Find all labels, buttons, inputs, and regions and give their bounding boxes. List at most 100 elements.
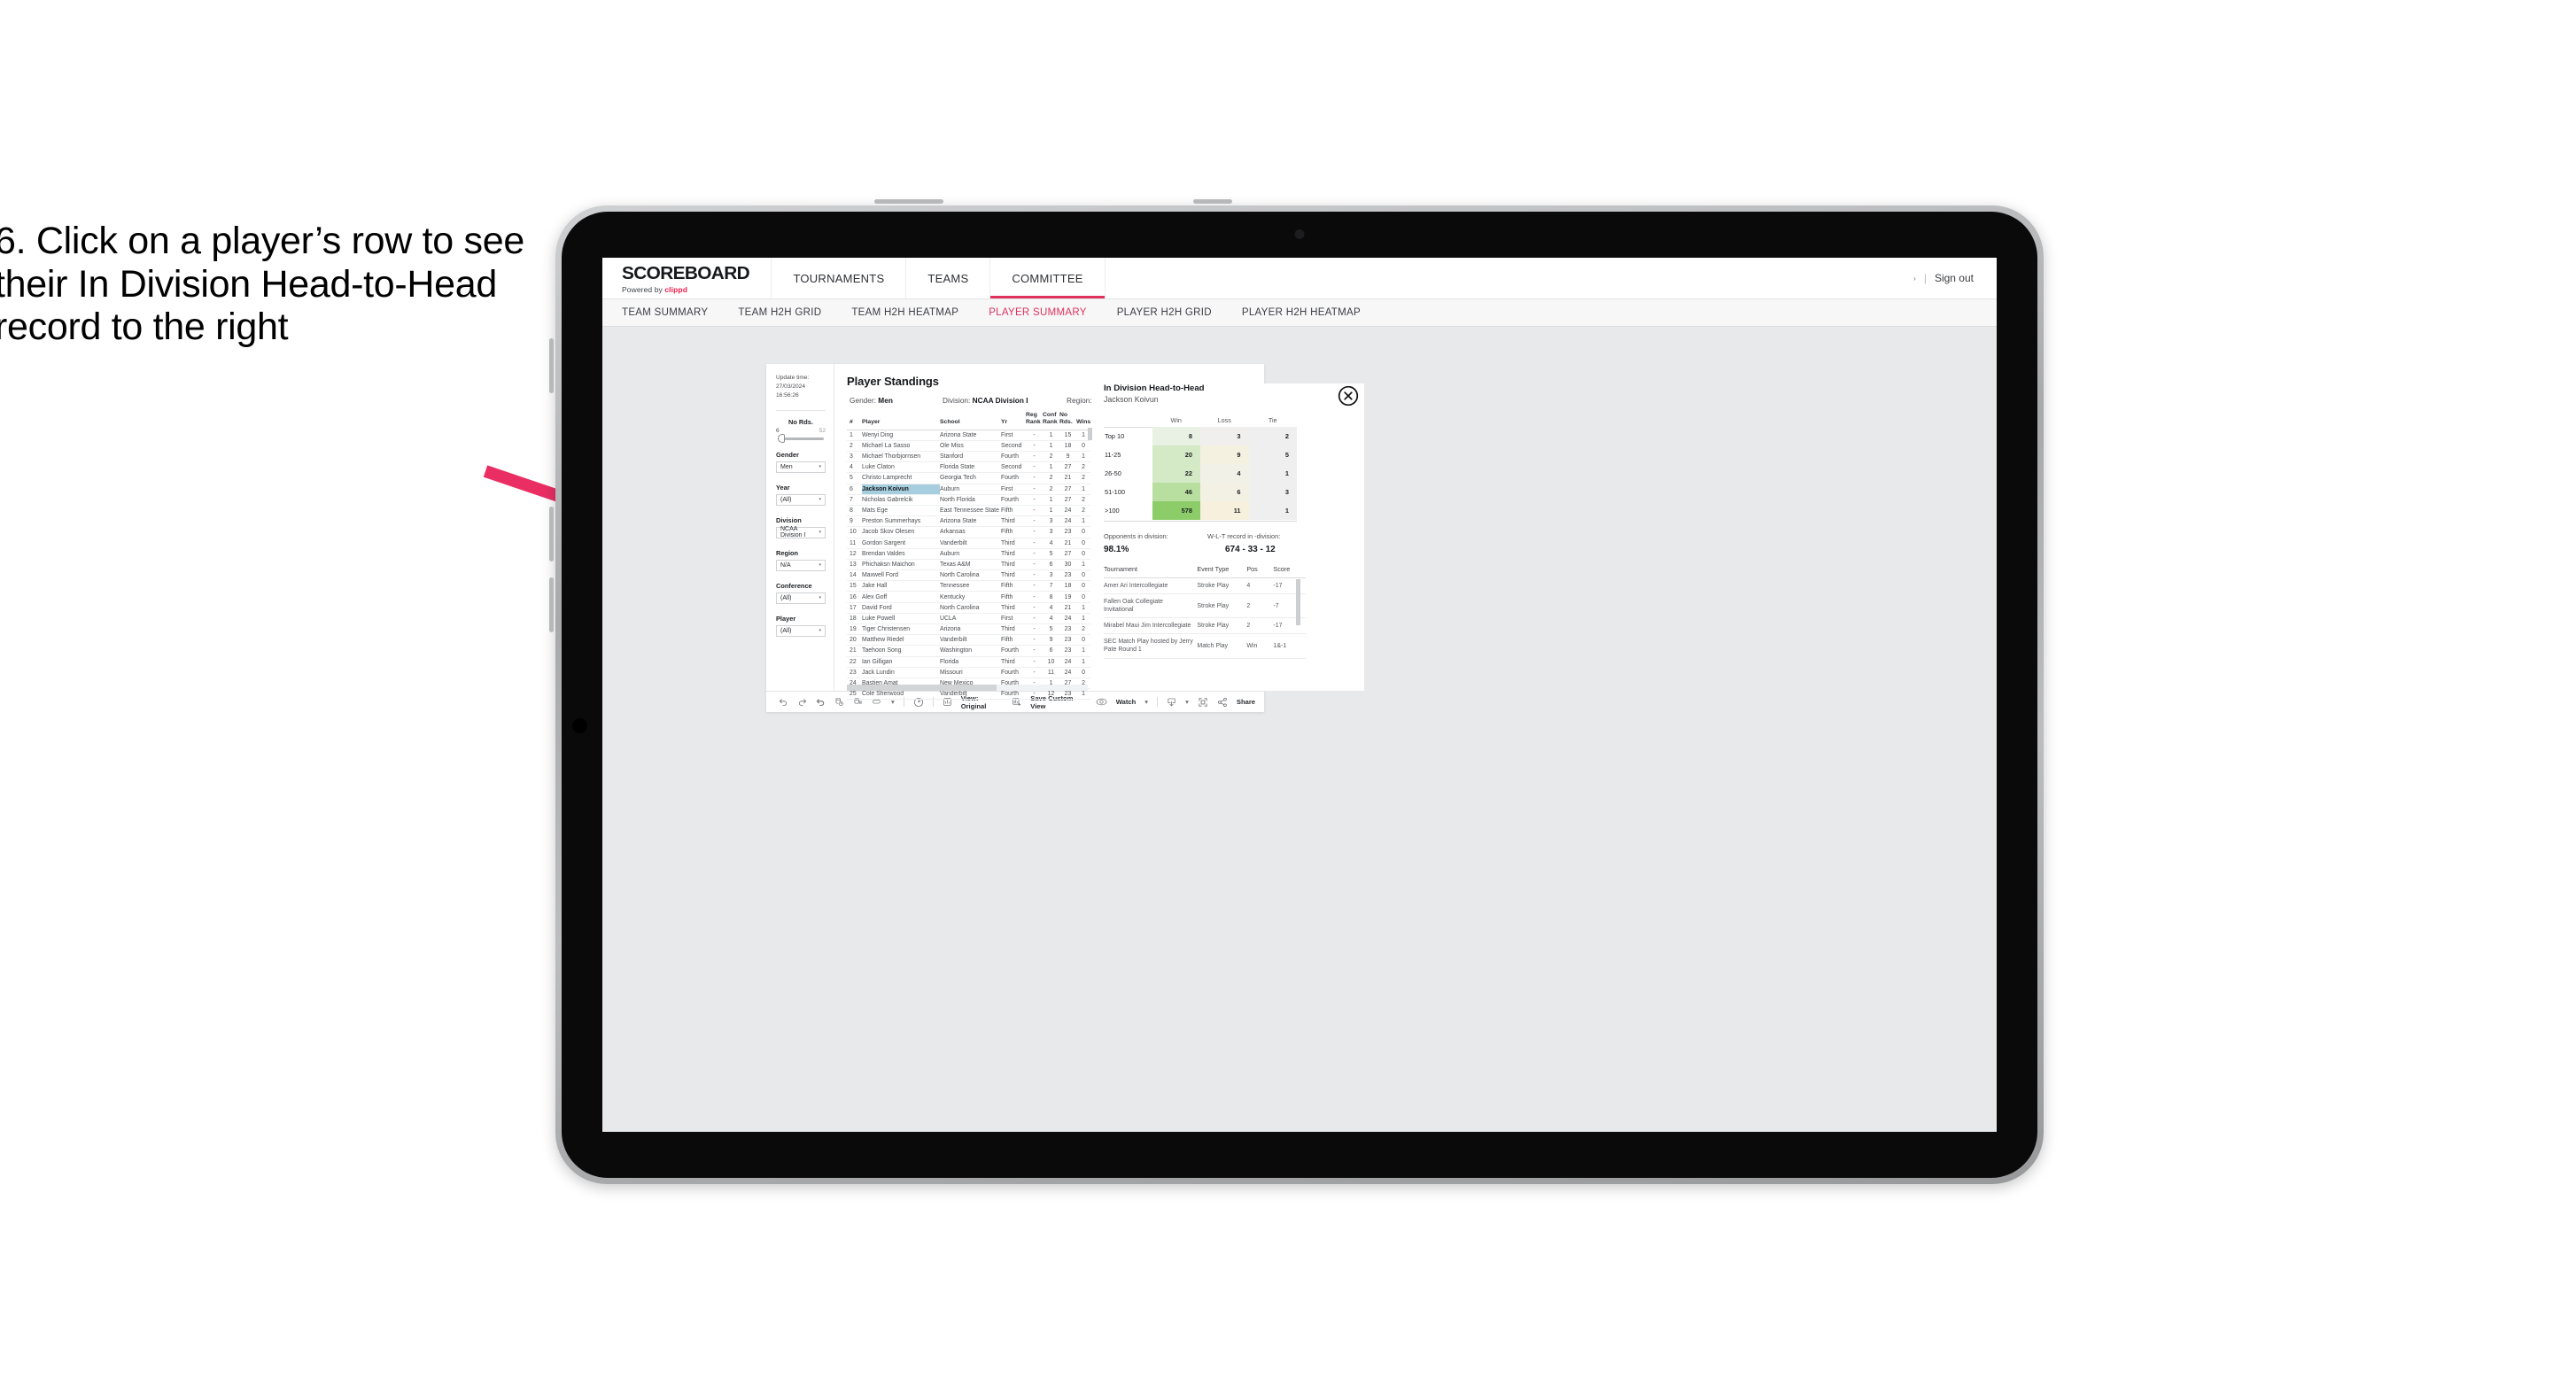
table-row[interactable]: 4 Luke Claton Florida State Second -1 27 2: [847, 461, 1090, 474]
cell-no-rounds: 23: [1059, 623, 1076, 636]
heatmap-cell-loss: 6: [1200, 483, 1249, 501]
summary-gender-value: Men: [878, 396, 893, 405]
col-year[interactable]: Yr: [1001, 410, 1026, 430]
table-vertical-scrollbar[interactable]: [1088, 428, 1092, 440]
redo-icon[interactable]: [797, 697, 807, 707]
table-row[interactable]: 2 Michael La Sasso Ole Miss Second -1 18 0: [847, 440, 1090, 453]
table-row[interactable]: 3 Michael Thorbjornsen Stanford Fourth -2 9 1: [847, 451, 1090, 463]
tab-player-summary[interactable]: PLAYER SUMMARY: [989, 307, 1105, 318]
table-row[interactable]: 1 Wenyi Ding Arizona State First -1 15 1: [847, 430, 1090, 441]
heatmap-cell-win: 46: [1152, 483, 1200, 501]
tab-team-h2h-heatmap[interactable]: TEAM H2H HEATMAP: [851, 307, 976, 318]
top-nav-tournaments[interactable]: TOURNAMENTS: [772, 258, 907, 298]
logo-subtitle: Powered by clippd: [622, 285, 744, 294]
cell-pos: 2: [1246, 593, 1274, 619]
table-row[interactable]: 16 Alex Goff Kentucky Fifth -8 19 0: [847, 591, 1090, 603]
revert-icon[interactable]: [816, 697, 826, 707]
fullscreen-icon[interactable]: [1198, 697, 1208, 708]
col-no-rounds[interactable]: No Rds.: [1059, 410, 1076, 430]
col-player[interactable]: Player: [862, 410, 940, 430]
refresh-data-icon[interactable]: [834, 697, 844, 707]
table-row[interactable]: 20 Matthew Riedel Vanderbilt Fifth -9 23 0: [847, 634, 1090, 647]
cell-conf-rank: 4: [1043, 613, 1059, 625]
tournament-row[interactable]: Mirabel Maui Jim Intercollegiate Stroke P…: [1104, 617, 1306, 635]
table-row[interactable]: 8 Mats Ege East Tennessee State Fifth -1 24 2: [847, 505, 1090, 517]
filter-gender-select[interactable]: Men ▾: [776, 461, 826, 473]
filter-player-select[interactable]: (All) ▾: [776, 624, 826, 637]
cell-rank: 6: [847, 484, 862, 495]
tournament-row[interactable]: Fallen Oak Collegiate Invitational Stroke…: [1104, 593, 1306, 619]
tournament-row[interactable]: Amer Ari Intercollegiate Stroke Play 4 -17: [1104, 577, 1306, 595]
top-nav-teams[interactable]: TEAMS: [906, 258, 991, 298]
col-rank[interactable]: #: [847, 410, 862, 430]
cell-conf-rank: 1: [1043, 430, 1059, 441]
tab-team-summary[interactable]: TEAM SUMMARY: [622, 307, 725, 318]
tab-team-h2h-grid[interactable]: TEAM H2H GRID: [738, 307, 839, 318]
cell-conf-rank: 6: [1043, 645, 1059, 657]
tournament-row[interactable]: SEC Match Play hosted by Jerry Pate Roun…: [1104, 633, 1306, 659]
cell-wins: 2: [1076, 505, 1090, 517]
col-conf-rank[interactable]: Conf Rank: [1043, 410, 1059, 430]
heatmap-cell-tie: 1: [1248, 501, 1297, 520]
table-row[interactable]: 5 Christo Lamprecht Georgia Tech Fourth -2 21…: [847, 472, 1090, 484]
table-row[interactable]: 15 Jake Hall Tennessee Fifth -7 18 0: [847, 580, 1090, 592]
app-header: SCOREBOARD Powered by clippd TOURNAMENTS…: [602, 258, 1997, 299]
table-row[interactable]: 9 Preston Summerhays Arizona State Third -3 2…: [847, 515, 1090, 528]
table-row[interactable]: 21 Taehoon Song Washington Fourth -6 23 1: [847, 645, 1090, 657]
table-horizontal-scrollbar[interactable]: [847, 685, 1088, 691]
cell-year: Second: [1001, 440, 1026, 453]
top-nav-committee-label: COMMITTEE: [1012, 271, 1083, 285]
table-row[interactable]: 18 Luke Powell UCLA First -4 24 1: [847, 613, 1090, 625]
table-row[interactable]: 6 Jackson Koivun Auburn First -2 27 1: [847, 484, 1090, 495]
watch-dropdown-caret[interactable]: ▾: [1144, 698, 1148, 706]
col-reg-rank[interactable]: Reg Rank: [1026, 410, 1043, 430]
cell-wins: 1: [1076, 613, 1090, 625]
heatmap-cell-tie: 1: [1248, 464, 1297, 483]
heatmap-cell-loss: 11: [1200, 501, 1249, 520]
tab-player-h2h-heatmap[interactable]: PLAYER H2H HEATMAP: [1242, 307, 1378, 318]
watch-label[interactable]: Watch: [1116, 698, 1137, 706]
top-nav-committee[interactable]: COMMITTEE: [990, 258, 1106, 298]
filter-division-select[interactable]: NCAA Division I ▾: [776, 526, 826, 538]
device-button-top-2: [1193, 199, 1232, 204]
table-row[interactable]: 12 Brendan Valdes Auburn Third -5 27 0: [847, 548, 1090, 560]
filter-region-select[interactable]: N/A ▾: [776, 559, 826, 571]
heatmap-cell-tie: 3: [1248, 483, 1297, 501]
table-row[interactable]: 23 Jack Lundin Missouri Fourth -11 24 0: [847, 667, 1090, 678]
tournament-scrollbar[interactable]: [1296, 579, 1300, 625]
undo-icon[interactable]: [779, 697, 788, 707]
cell-no-rounds: 15: [1059, 430, 1076, 441]
table-row[interactable]: 7 Nicholas Gabrelcik North Florida Fourth -1…: [847, 494, 1090, 506]
cell-no-rounds: 30: [1059, 559, 1076, 571]
filter-conference-select[interactable]: (All) ▾: [776, 592, 826, 604]
col-school[interactable]: School: [940, 410, 1001, 430]
table-row[interactable]: 13 Phichaksn Maichon Texas A&M Third -6 30 1: [847, 559, 1090, 571]
eye-icon[interactable]: [1096, 697, 1107, 707]
tab-player-h2h-grid[interactable]: PLAYER H2H GRID: [1117, 307, 1230, 318]
slider-handle[interactable]: [778, 434, 785, 444]
account-chevron-icon[interactable]: ›: [1913, 275, 1916, 283]
cell-no-rounds: 21: [1059, 472, 1076, 484]
table-row[interactable]: 22 Ian Gilligan Florida Third -10 24 1: [847, 656, 1090, 668]
app-logo[interactable]: SCOREBOARD Powered by clippd: [602, 258, 772, 298]
sign-out-link[interactable]: Sign out: [1935, 272, 1974, 284]
share-label[interactable]: Share: [1237, 698, 1255, 706]
download-icon[interactable]: [1167, 697, 1176, 708]
table-row[interactable]: 17 David Ford North Carolina Third -4 21 1: [847, 602, 1090, 614]
col-wins[interactable]: Wins: [1076, 410, 1090, 430]
cell-reg-rank: -: [1026, 623, 1043, 636]
no-rounds-slider[interactable]: [778, 434, 824, 444]
summary-gender-label: Gender:: [850, 396, 876, 405]
table-row[interactable]: 10 Jacob Skov Olesen Arkansas Fifth -3 23 0: [847, 526, 1090, 538]
cell-rank: 9: [847, 515, 862, 528]
close-circle-icon[interactable]: [1338, 385, 1359, 407]
filter-year-select[interactable]: (All) ▾: [776, 493, 826, 506]
table-row[interactable]: 19 Tiger Christensen Arizona Third -5 23 2: [847, 623, 1090, 636]
cell-school: Ole Miss: [940, 440, 1001, 453]
table-row[interactable]: 11 Gordon Sargent Vanderbilt Third -4 21 0: [847, 538, 1090, 549]
standings-header-row: # Player School Yr Reg Rank Conf Rank No…: [847, 410, 1090, 430]
download-dropdown-caret[interactable]: ▾: [1185, 698, 1189, 706]
cell-conf-rank: 2: [1043, 484, 1059, 495]
share-icon[interactable]: [1217, 697, 1228, 708]
table-row[interactable]: 14 Maxwell Ford North Carolina Third -3 23 0: [847, 569, 1090, 582]
